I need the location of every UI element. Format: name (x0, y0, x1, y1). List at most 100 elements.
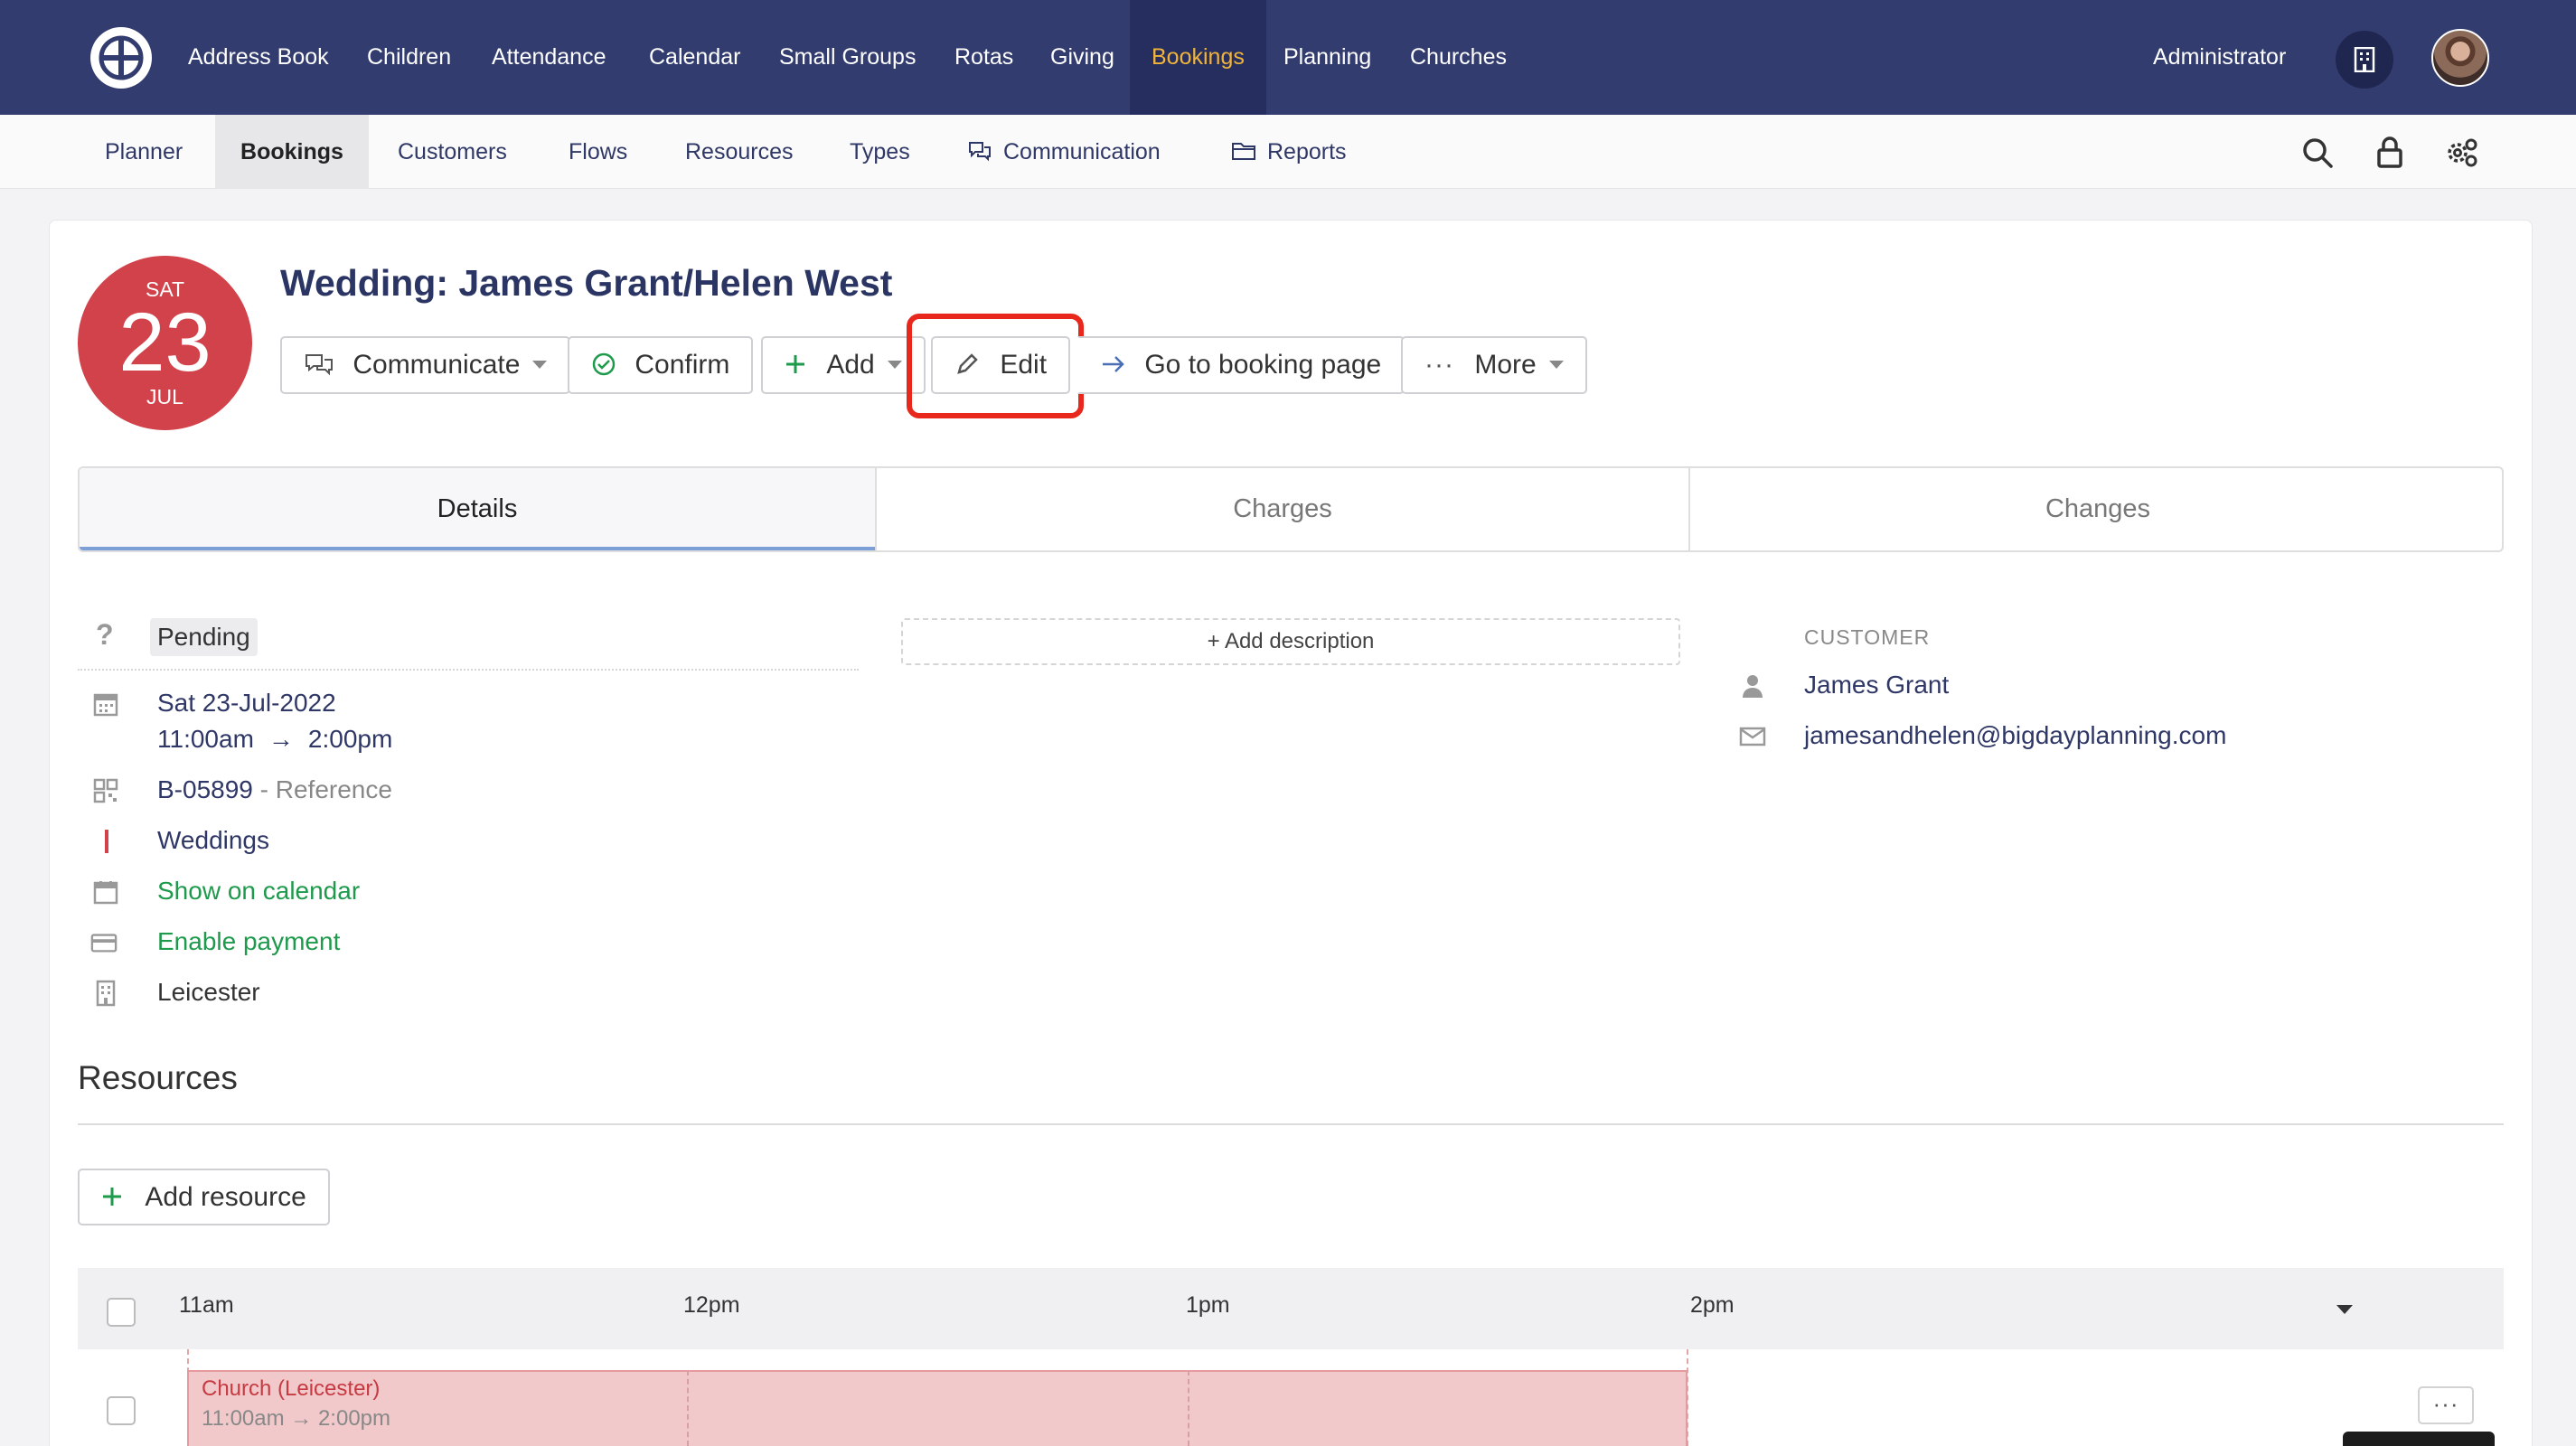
add-description-button[interactable]: + Add description (901, 618, 1680, 665)
customer-name[interactable]: James Grant (1804, 671, 1949, 700)
nav-attendance[interactable]: Attendance (492, 0, 606, 115)
tab-changes[interactable]: Changes (1688, 468, 2502, 550)
calendar-icon (93, 881, 118, 905)
booking-date[interactable]: Sat 23-Jul-2022 (157, 689, 336, 718)
time-start: 11:00am (157, 725, 254, 753)
resource-time: 11:00am → 2:00pm (202, 1406, 391, 1431)
resource-row-checkbox[interactable] (107, 1396, 136, 1425)
user-role-label[interactable]: Administrator (2153, 0, 2286, 115)
nav-address-book[interactable]: Address Book (188, 0, 329, 115)
more-label: More (1474, 350, 1537, 380)
chat-icon (969, 142, 991, 162)
subnav-reports[interactable]: Reports (1231, 115, 1347, 189)
folder-icon (1232, 143, 1255, 161)
nav-giving[interactable]: Giving (1050, 0, 1114, 115)
enable-payment-link[interactable]: Enable payment (157, 927, 340, 956)
calendar-icon (93, 693, 118, 717)
chat-icon (306, 354, 333, 376)
building-icon[interactable] (2336, 31, 2393, 89)
resource-row-more-button[interactable]: ··· (2418, 1386, 2474, 1424)
date-badge: SAT 23 JUL (78, 256, 252, 430)
plus-icon (786, 355, 804, 374)
tab-details[interactable]: Details (80, 468, 875, 550)
time-arrow: → (268, 725, 294, 753)
nav-calendar[interactable]: Calendar (649, 0, 740, 115)
search-icon[interactable] (2299, 135, 2336, 171)
resource-slot[interactable] (187, 1370, 1688, 1446)
lock-icon[interactable] (2372, 135, 2408, 171)
select-all-checkbox[interactable] (107, 1298, 136, 1327)
hour-label-2pm: 2pm (1690, 1292, 1735, 1318)
nav-small-groups[interactable]: Small Groups (779, 0, 916, 115)
add-button[interactable]: Add (761, 336, 926, 394)
question-icon: ? (96, 618, 114, 651)
timeline-header (78, 1268, 2504, 1349)
booking-location: Leicester (157, 978, 260, 1006)
subnav-planner[interactable]: Planner (105, 115, 183, 189)
booking-type-color-bar (105, 830, 108, 853)
more-button[interactable]: ··· More (1401, 336, 1587, 394)
status-divider (78, 669, 859, 671)
edit-highlight-box (907, 314, 1084, 418)
add-resource-label: Add resource (145, 1182, 306, 1212)
slot-hour-guide (687, 1370, 689, 1446)
slot-hour-guide (1188, 1370, 1189, 1446)
resources-heading: Resources (78, 1059, 238, 1096)
customer-heading: CUSTOMER (1804, 625, 1931, 649)
chevron-down-icon (532, 360, 548, 369)
chevron-down-icon (1548, 360, 1564, 369)
booking-reference[interactable]: B-05899 - Reference (157, 775, 392, 804)
time-end: 2:00pm (307, 725, 393, 753)
date-badge-month: JUL (146, 385, 183, 408)
plus-icon (103, 1188, 121, 1207)
nav-churches[interactable]: Churches (1410, 0, 1507, 115)
reference-label: - Reference (252, 775, 392, 803)
show-on-calendar-link[interactable]: Show on calendar (157, 877, 360, 906)
credit-card-icon (90, 934, 118, 953)
hour-label-12pm: 12pm (683, 1292, 740, 1318)
resources-divider (78, 1123, 2504, 1125)
hour-label-11am: 11am (179, 1292, 234, 1318)
nav-rotas[interactable]: Rotas (954, 0, 1013, 115)
date-badge-day: 23 (118, 296, 212, 389)
top-navigation-bar: Address Book Children Attendance Calenda… (0, 0, 2576, 115)
confirm-label: Confirm (635, 350, 730, 380)
communicate-label: Communicate (353, 350, 521, 380)
add-resource-button[interactable]: Add resource (78, 1169, 330, 1225)
tab-charges[interactable]: Charges (875, 468, 1688, 550)
booking-time[interactable]: 11:00am → 2:00pm (157, 725, 392, 754)
nav-children[interactable]: Children (367, 0, 451, 115)
go-to-booking-page-button[interactable]: Go to booking page (1077, 336, 1406, 394)
floating-panel-tab[interactable] (2343, 1432, 2495, 1446)
logo-icon[interactable] (90, 27, 152, 89)
add-label: Add (826, 350, 875, 380)
ellipsis-icon: ··· (1424, 350, 1454, 380)
arrow-right-icon (1103, 356, 1124, 372)
customer-email[interactable]: jamesandhelen@bigdayplanning.com (1804, 721, 2226, 750)
subnav-reports-label: Reports (1267, 139, 1347, 164)
status-badge[interactable]: Pending (150, 618, 258, 656)
nav-planning[interactable]: Planning (1283, 0, 1371, 115)
subnav-customers[interactable]: Customers (398, 115, 507, 189)
subnav-resources[interactable]: Resources (685, 115, 794, 189)
subnav-types[interactable]: Types (850, 115, 910, 189)
page-title: Wedding: James Grant/Helen West (280, 262, 893, 304)
confirm-button[interactable]: Confirm (568, 336, 754, 394)
avatar[interactable] (2431, 29, 2489, 87)
subnav-communication[interactable]: Communication (967, 115, 1161, 189)
qr-code-icon (93, 778, 118, 803)
user-icon (1743, 675, 1763, 698)
nav-bookings[interactable]: Bookings (1130, 0, 1266, 115)
settings-icon[interactable] (2444, 135, 2480, 171)
booking-tabs: Details Charges Changes (78, 466, 2504, 552)
subnav-bookings[interactable]: Bookings (215, 115, 369, 189)
communicate-button[interactable]: Communicate (280, 336, 571, 394)
mail-icon (1739, 727, 1766, 746)
resource-name: Church (Leicester) (202, 1376, 381, 1401)
subnav-flows[interactable]: Flows (569, 115, 627, 189)
check-circle-icon (592, 352, 616, 376)
timeline-collapse-icon[interactable] (2336, 1305, 2353, 1314)
booking-card (49, 220, 2533, 1446)
subnav-communication-label: Communication (1003, 139, 1161, 164)
booking-type[interactable]: Weddings (157, 826, 269, 855)
